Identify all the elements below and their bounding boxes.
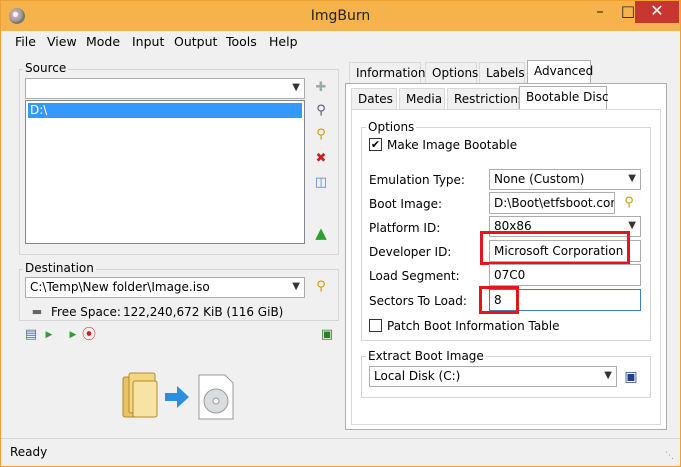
title-bar[interactable]: ImgBurn – □ ✕ [1,1,680,31]
close-button[interactable]: ✕ [635,1,679,23]
make-bootable-label: Make Image Bootable [387,138,518,152]
tab-information[interactable]: Information [349,62,425,84]
tab-restrictions[interactable]: Restrictions [447,88,524,110]
menu-output[interactable]: Output [174,34,217,49]
clear-list-icon[interactable]: ◫ [313,175,329,191]
load-segment-field[interactable]: 07C0 [489,264,641,286]
browse-destination-icon[interactable]: ⚲ [313,279,329,295]
menu-file[interactable]: File [15,34,36,49]
extract-drive-select[interactable]: Local Disk (C:) ▼ [369,366,617,387]
chevron-down-icon: ▼ [604,370,612,381]
tab-options[interactable]: Options [425,62,478,84]
chevron-down-icon: ▼ [628,173,636,184]
chevron-down-icon: ▼ [292,281,300,292]
tab-bootable-disc[interactable]: Bootable Disc [519,86,609,110]
menu-view[interactable]: View [47,34,77,49]
developer-id-label: Developer ID: [369,245,452,259]
menu-tools[interactable]: Tools [226,34,257,49]
menu-input[interactable]: Input [132,34,164,49]
source-combo[interactable]: ▼ [25,78,305,99]
resize-grip-icon[interactable]: ⋱ [665,451,674,461]
emulation-type-label: Emulation Type: [369,173,465,187]
destination-path: C:\Temp\New folder\Image.iso [30,280,210,294]
platform-id-label: Platform ID: [369,221,441,235]
emulation-type-value: None (Custom) [494,172,585,186]
chevron-down-icon: ▼ [628,220,636,231]
terminal-icon[interactable]: ▣ [319,327,335,343]
load-segment-value: 07C0 [494,268,526,282]
drive-icon: ▬ [31,305,43,318]
patch-boot-info-label: Patch Boot Information Table [387,319,560,333]
browse-folder-icon[interactable]: ⚲ [313,127,329,143]
window-title: ImgBurn [310,8,371,24]
source-list[interactable]: D:\ [25,100,305,244]
verify-icon[interactable]: ⦿ [81,327,97,343]
folder-to-disc-icon [122,372,234,420]
developer-id-highlight [480,231,630,265]
menu-help[interactable]: Help [269,34,298,49]
tab-media[interactable]: Media [399,88,445,110]
tab-advanced[interactable]: Advanced [527,60,593,84]
make-bootable-checkbox[interactable]: ✔ [369,138,382,151]
add-file-icon[interactable]: ✚ [313,80,329,96]
browse-boot-image-icon[interactable]: ⚲ [621,195,637,211]
play-icon-2[interactable]: ▶ [65,327,81,343]
menu-mode[interactable]: Mode [86,34,120,49]
extract-group-label: Extract Boot Image [366,349,486,363]
destination-group-label: Destination [23,261,96,275]
play-icon[interactable]: ▶ [41,327,57,343]
boot-image-field[interactable]: D:\Boot\etfsboot.com [489,192,615,214]
list-item[interactable]: D:\ [28,103,302,118]
minimize-button[interactable]: – [585,1,615,23]
load-segment-label: Load Segment: [369,269,460,283]
imgburn-window: ImgBurn – □ ✕ File View Mode Input Outpu… [0,0,681,467]
menu-bar: File View Mode Input Output Tools Help [1,31,680,53]
status-bar: Ready ⋱ [1,438,680,466]
calculate-icon[interactable]: ▲ [313,225,329,241]
status-text: Ready [10,445,48,459]
destination-combo[interactable]: C:\Temp\New folder\Image.iso ▼ [25,277,305,298]
chevron-down-icon: ▼ [292,82,300,93]
boot-image-label: Boot Image: [369,197,443,211]
free-space-value: 122,240,672 KiB (116 GiB) [123,305,284,319]
tab-dates[interactable]: Dates [351,88,397,110]
boot-image-value: D:\Boot\etfsboot.com [494,196,615,210]
tab-labels[interactable]: Labels [479,62,525,84]
sectors-to-load-label: Sectors To Load: [369,294,467,308]
build-button[interactable] [119,371,239,421]
sectors-to-load-highlight [479,286,519,314]
extract-drive-value: Local Disk (C:) [374,369,461,383]
save-icon[interactable]: ▣ [623,369,639,385]
options-group-label: Options [366,120,417,134]
source-group-label: Source [23,61,69,75]
emulation-type-select[interactable]: None (Custom) ▼ [489,169,641,190]
browse-file-icon[interactable]: ⚲ [313,103,329,119]
remove-icon[interactable]: ✖ [313,151,329,167]
patch-boot-info-checkbox[interactable] [369,319,382,332]
free-space-label: Free Space: [51,305,121,319]
log-window-icon[interactable]: ▤ [23,327,39,343]
